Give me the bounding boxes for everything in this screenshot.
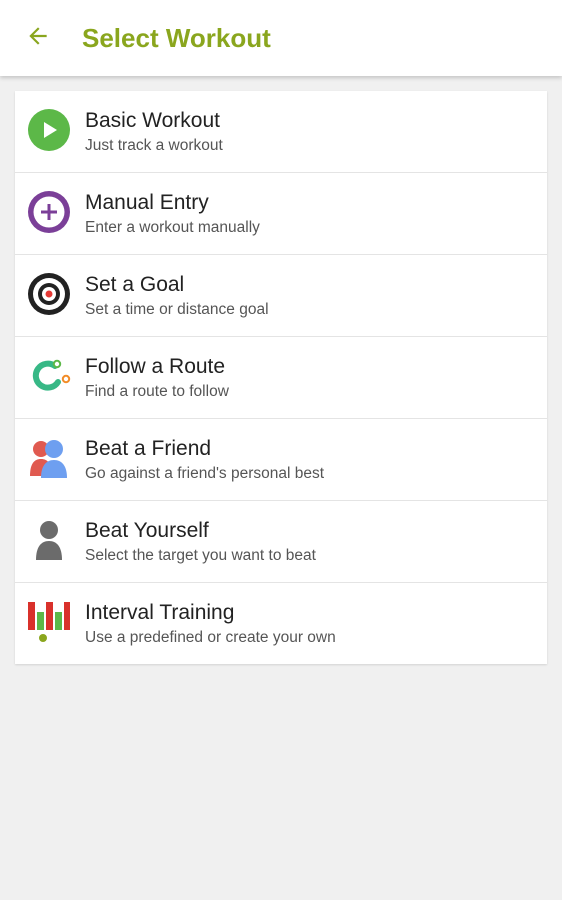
item-title: Follow a Route bbox=[85, 355, 226, 378]
arrow-left-icon bbox=[25, 23, 51, 54]
item-title: Manual Entry bbox=[85, 191, 209, 214]
person-icon bbox=[27, 518, 71, 562]
item-subtitle: Enter a workout manually bbox=[85, 219, 260, 236]
item-subtitle: Use a predefined or create your own bbox=[85, 629, 336, 646]
friends-icon bbox=[27, 436, 71, 480]
list-item-beat-a-friend[interactable]: Beat a Friend Go against a friend's pers… bbox=[15, 419, 547, 501]
plus-circle-icon bbox=[27, 190, 71, 234]
list-item-basic-workout[interactable]: Basic Workout Just track a workout bbox=[15, 91, 547, 173]
play-icon bbox=[27, 108, 71, 152]
app-bar: Select Workout bbox=[0, 0, 562, 76]
list-item-follow-a-route[interactable]: Follow a Route Find a route to follow bbox=[15, 337, 547, 419]
route-icon bbox=[27, 354, 71, 398]
item-title: Beat a Friend bbox=[85, 437, 212, 460]
list-item-set-a-goal[interactable]: Set a Goal Set a time or distance goal bbox=[15, 255, 547, 337]
item-title: Set a Goal bbox=[85, 273, 185, 296]
list-item-manual-entry[interactable]: Manual Entry Enter a workout manually bbox=[15, 173, 547, 255]
back-button[interactable] bbox=[20, 20, 56, 56]
item-title: Basic Workout bbox=[85, 109, 220, 132]
list-item-interval-training[interactable]: Interval Training Use a predefined or cr… bbox=[15, 583, 547, 664]
item-subtitle: Just track a workout bbox=[85, 137, 223, 154]
list-item-beat-yourself[interactable]: Beat Yourself Select the target you want… bbox=[15, 501, 547, 583]
item-title: Beat Yourself bbox=[85, 519, 209, 542]
item-subtitle: Go against a friend's personal best bbox=[85, 465, 325, 482]
page-title: Select Workout bbox=[82, 23, 271, 53]
item-subtitle: Select the target you want to beat bbox=[85, 547, 316, 564]
interval-bars-icon bbox=[27, 600, 71, 644]
workout-options-list: Basic Workout Just track a workout Manua… bbox=[15, 91, 547, 664]
item-subtitle: Set a time or distance goal bbox=[85, 301, 269, 318]
target-icon bbox=[27, 272, 71, 316]
item-title: Interval Training bbox=[85, 601, 235, 624]
item-subtitle: Find a route to follow bbox=[85, 383, 229, 400]
